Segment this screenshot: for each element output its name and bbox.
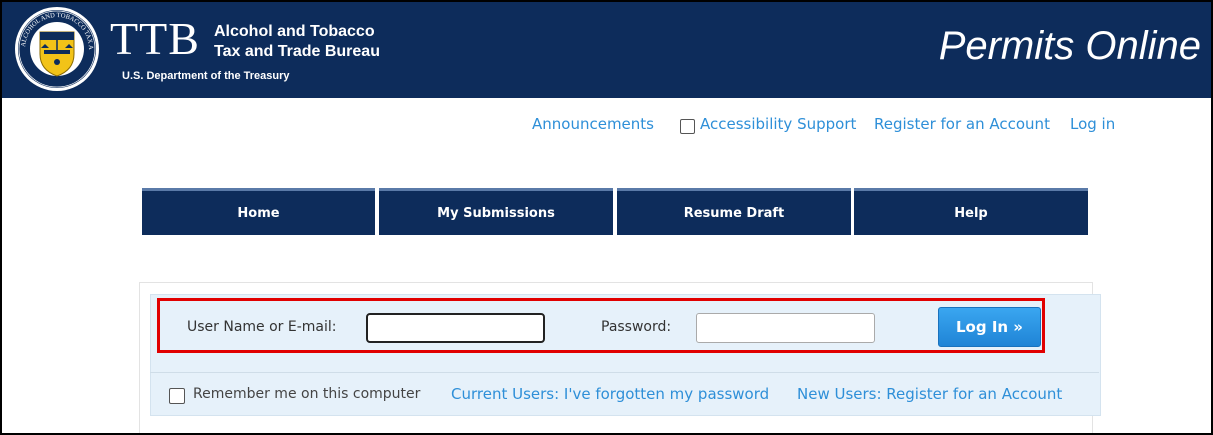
nav-my-submissions[interactable]: My Submissions (379, 188, 613, 235)
top-links: Announcements Accessibility Support Regi… (2, 115, 1211, 137)
agency-line-1: Alcohol and Tobacco (214, 23, 375, 40)
accessibility-support-link[interactable]: Accessibility Support (700, 115, 856, 133)
nav-home[interactable]: Home (142, 188, 375, 235)
forgot-password-link[interactable]: Current Users: I've forgotten my passwor… (451, 385, 769, 403)
department-name: U.S. Department of the Treasury (122, 70, 290, 82)
nav-resume-draft[interactable]: Resume Draft (617, 188, 851, 235)
remember-me-label: Remember me on this computer (193, 386, 421, 402)
treasury-seal-icon: ALCOHOL AND TOBACCO TAX AND TRADE BUREAU (14, 6, 99, 91)
register-account-link[interactable]: Register for an Account (874, 115, 1050, 133)
password-label: Password: (601, 319, 672, 335)
page-frame: ALCOHOL AND TOBACCO TAX AND TRADE BUREAU… (0, 0, 1213, 435)
password-input[interactable] (696, 313, 875, 343)
remember-me-checkbox[interactable] (169, 388, 185, 404)
agency-line-2: Tax and Trade Bureau (214, 43, 380, 60)
site-header: ALCOHOL AND TOBACCO TAX AND TRADE BUREAU… (2, 2, 1211, 98)
ttb-logo: TTB (110, 13, 200, 64)
announcements-link[interactable]: Announcements (532, 115, 654, 133)
app-title: Permits Online (938, 24, 1201, 68)
accessibility-checkbox[interactable] (680, 119, 695, 134)
login-link[interactable]: Log in (1070, 115, 1115, 133)
agency-name: Alcohol and Tobacco Tax and Trade Bureau (214, 22, 380, 62)
nav-help[interactable]: Help (854, 188, 1088, 235)
username-label: User Name or E-mail: (187, 319, 337, 335)
form-divider (150, 372, 1099, 373)
new-user-register-link[interactable]: New Users: Register for an Account (797, 385, 1062, 403)
username-input[interactable] (366, 313, 545, 343)
login-button[interactable]: Log In » (938, 307, 1041, 347)
